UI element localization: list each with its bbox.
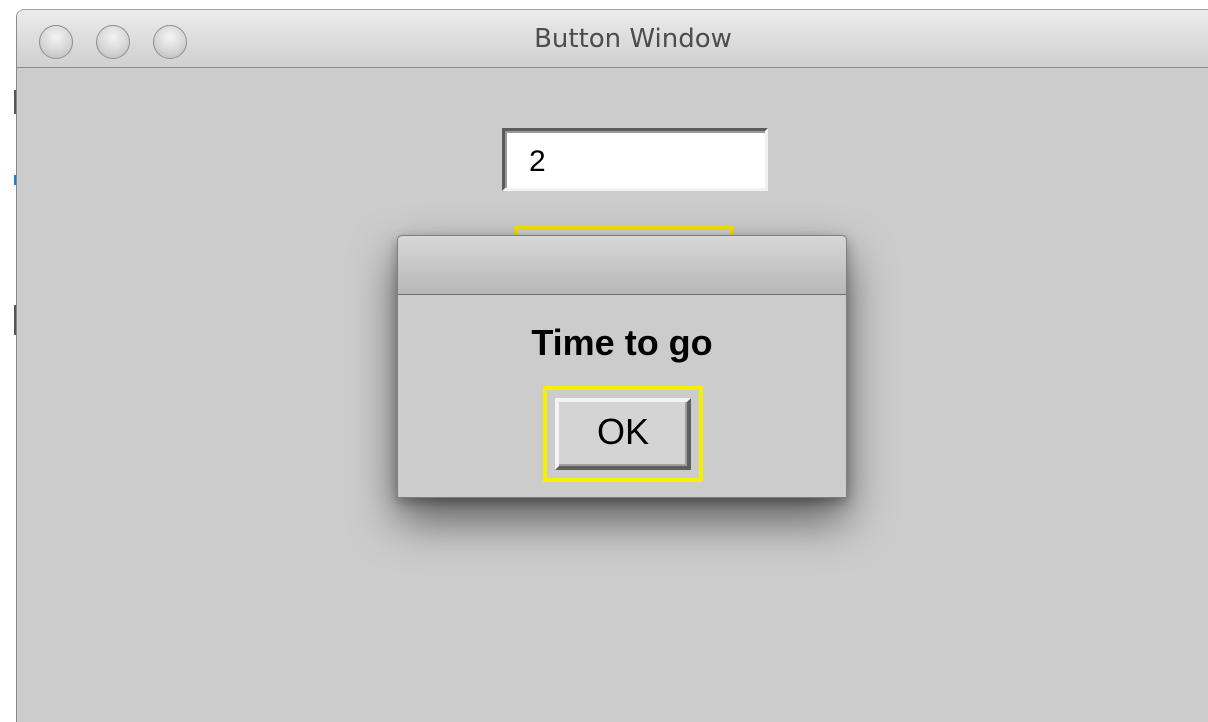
screen: Button Window 2 Time to go OK [0,0,1208,722]
resize-grip-icon[interactable] [1199,712,1208,722]
window-titlebar[interactable]: Button Window [17,10,1208,68]
number-field[interactable]: 2 [502,128,768,191]
button-window: Button Window 2 Time to go OK [16,9,1208,722]
ok-button[interactable]: OK [555,398,691,470]
alert-dialog: Time to go OK [397,235,847,498]
ok-button-focus-ring: OK [543,386,703,482]
dialog-titlebar[interactable] [398,236,846,295]
desktop-edge [0,0,17,722]
dialog-message: Time to go [531,322,713,363]
window-title: Button Window [534,24,732,54]
